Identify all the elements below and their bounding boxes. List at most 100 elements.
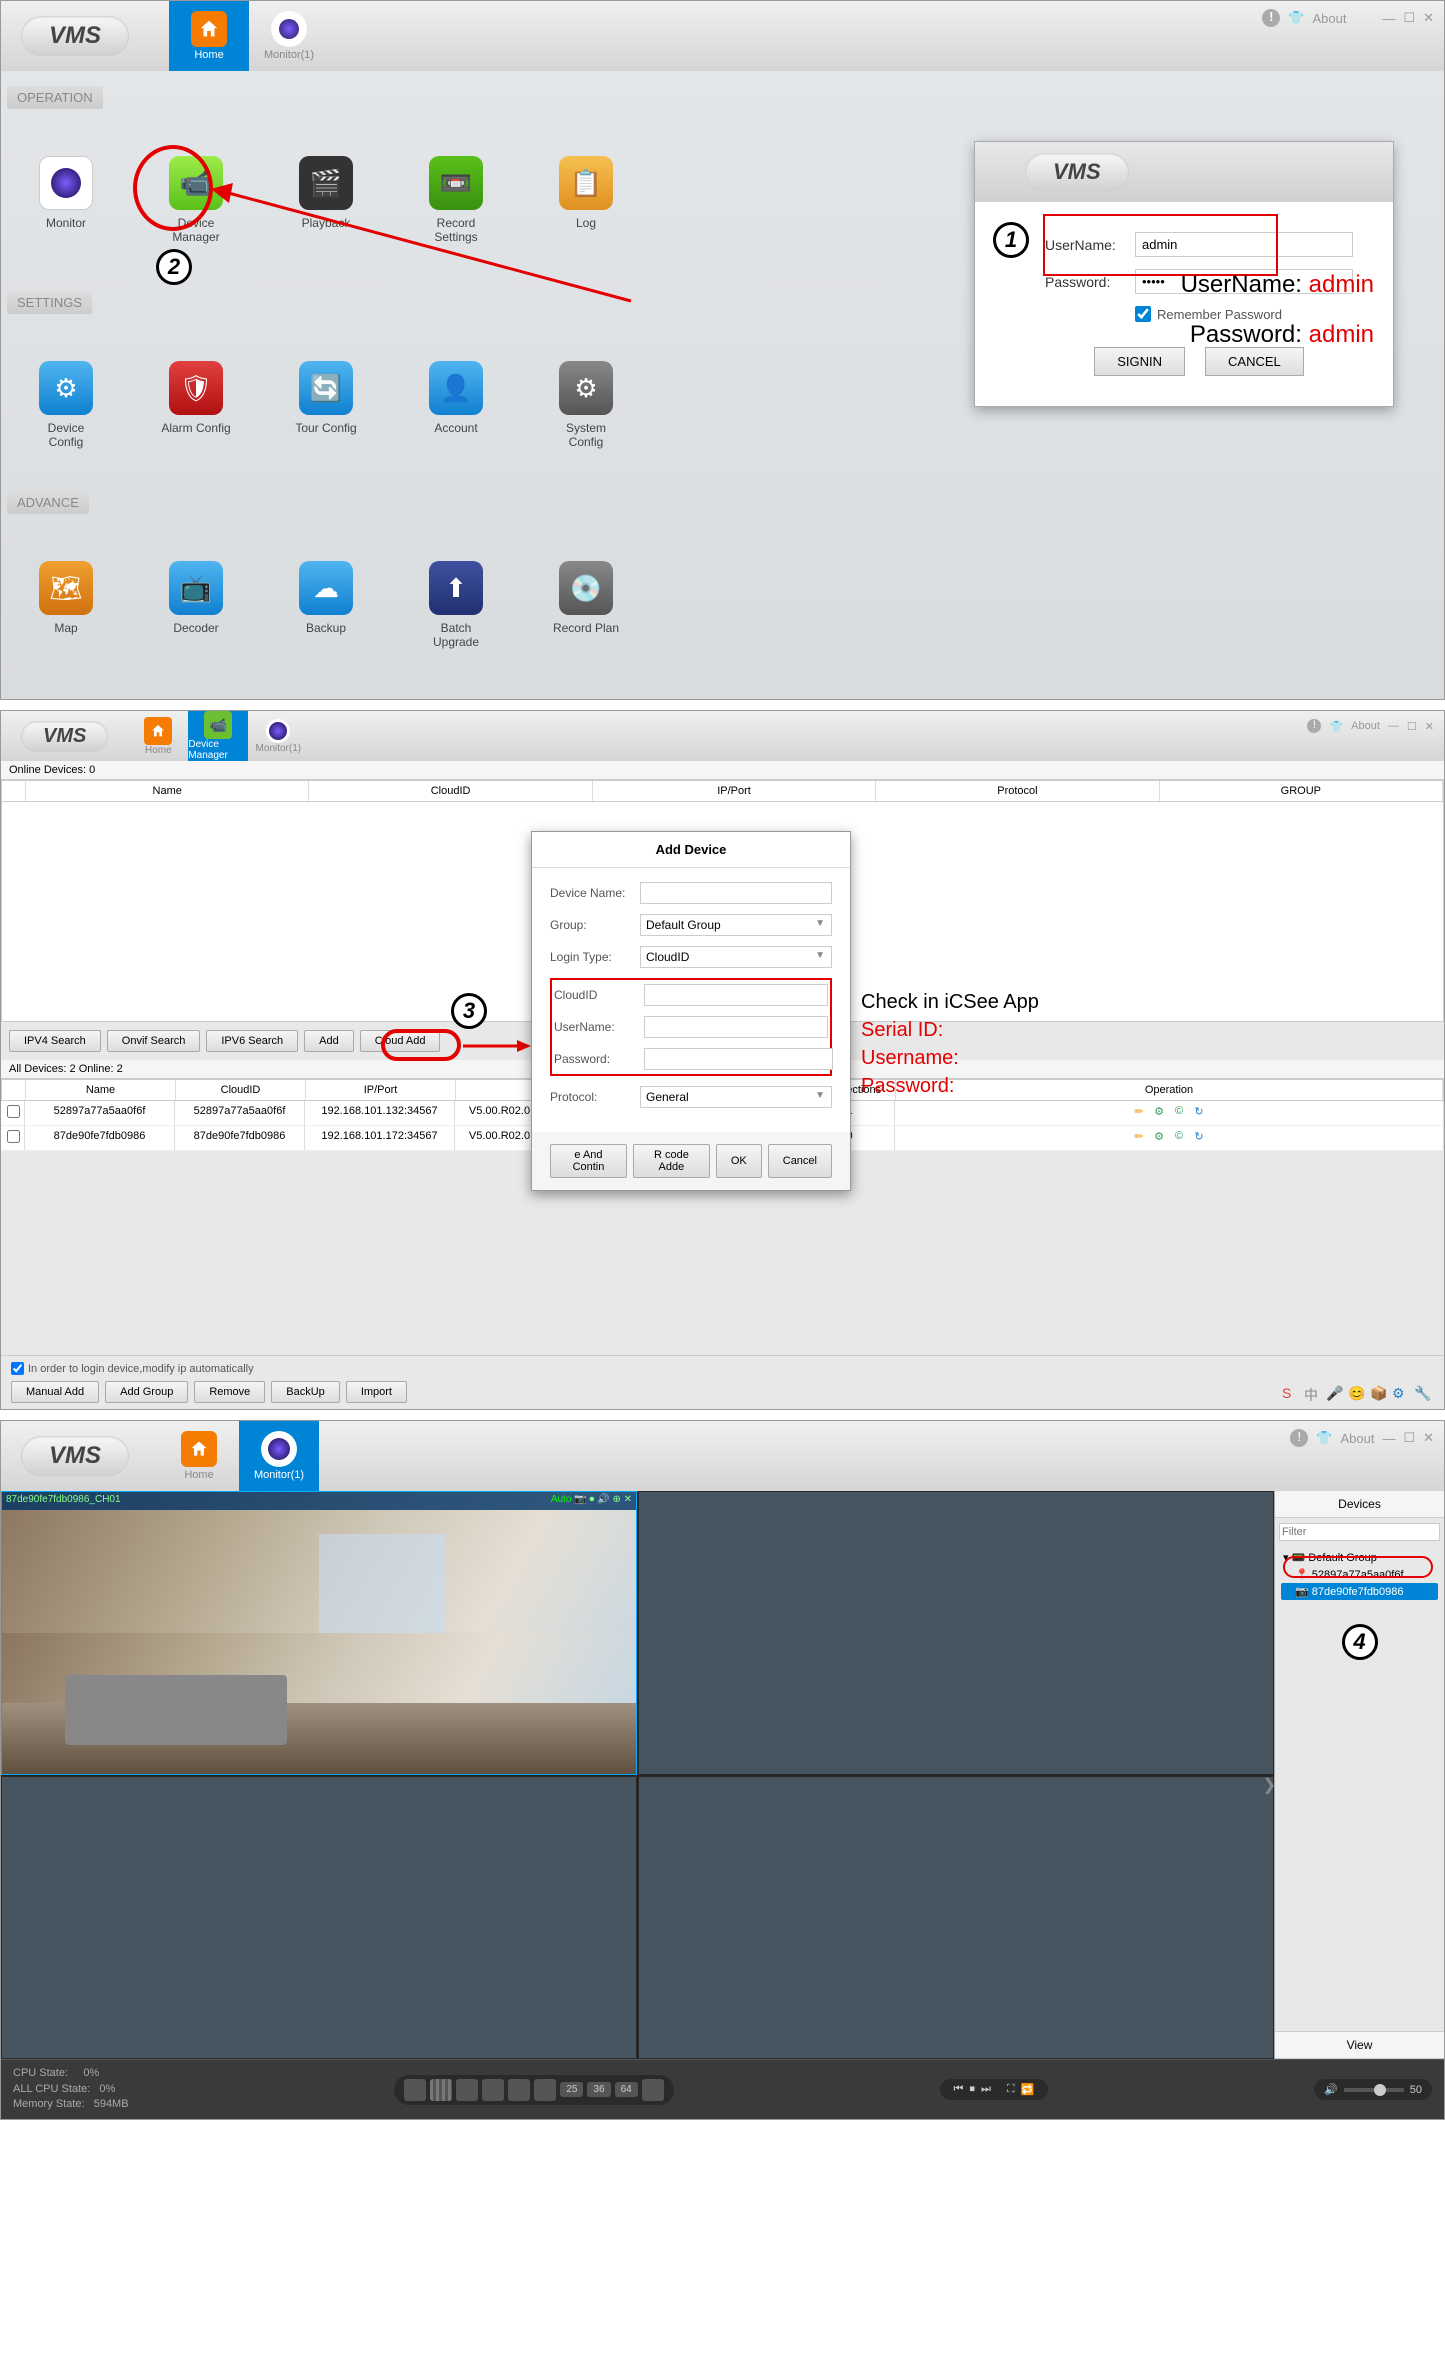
close-icon[interactable]: ✕ bbox=[1423, 1430, 1434, 1446]
protocol-select[interactable]: General bbox=[640, 1086, 832, 1108]
audio-icon[interactable]: 🔊 bbox=[597, 1494, 609, 1505]
tab-home[interactable]: Home bbox=[159, 1421, 239, 1491]
edit-icon[interactable]: ✏ bbox=[1131, 1105, 1147, 1121]
add-group-button[interactable]: Add Group bbox=[105, 1381, 188, 1403]
ok-button[interactable]: OK bbox=[716, 1144, 762, 1178]
app-system-config[interactable]: ⚙System Config bbox=[551, 361, 621, 450]
maximize-icon[interactable]: ☐ bbox=[1403, 1430, 1415, 1446]
info-icon[interactable]: ! bbox=[1290, 1429, 1308, 1447]
maximize-icon[interactable]: ☐ bbox=[1407, 720, 1417, 733]
add-button[interactable]: Add bbox=[304, 1030, 354, 1052]
tab-device-manager[interactable]: 📹 Device Manager bbox=[188, 711, 248, 761]
about-icon[interactable]: 👕 bbox=[1316, 1430, 1332, 1446]
row-checkbox[interactable] bbox=[7, 1130, 20, 1143]
layout-64-button[interactable]: 64 bbox=[615, 2082, 638, 2097]
app-device-config[interactable]: ⚙Device Config bbox=[31, 361, 101, 450]
device-name-input[interactable] bbox=[640, 882, 832, 904]
record-icon[interactable]: ⏺ bbox=[589, 1494, 594, 1505]
app-record-plan[interactable]: 💿Record Plan bbox=[551, 561, 621, 650]
tab-home[interactable]: Home bbox=[169, 1, 249, 71]
tray-gear-icon[interactable]: ⚙ bbox=[1392, 1385, 1408, 1401]
ptz-icon[interactable]: ⊕ bbox=[612, 1494, 620, 1505]
maximize-icon[interactable]: ☐ bbox=[1403, 10, 1415, 26]
tree-device-2[interactable]: 📷 87de90fe7fdb0986 bbox=[1281, 1583, 1438, 1600]
remember-checkbox[interactable] bbox=[1135, 306, 1151, 322]
info-icon[interactable]: ! bbox=[1307, 719, 1321, 733]
tray-tool-icon[interactable]: 🔧 bbox=[1414, 1385, 1430, 1401]
layout-4-icon[interactable] bbox=[430, 2079, 452, 2101]
c-icon[interactable]: © bbox=[1171, 1130, 1187, 1146]
layout-36-button[interactable]: 36 bbox=[587, 2082, 610, 2097]
app-map[interactable]: 🗺Map bbox=[31, 561, 101, 650]
app-tour-config[interactable]: 🔄Tour Config bbox=[291, 361, 361, 450]
layout-9-icon[interactable] bbox=[508, 2079, 530, 2101]
cancel-button[interactable]: Cancel bbox=[768, 1144, 832, 1178]
layout-16-icon[interactable] bbox=[534, 2079, 556, 2101]
layout-8-icon[interactable] bbox=[482, 2079, 504, 2101]
layout-25-button[interactable]: 25 bbox=[560, 2082, 583, 2097]
layout-6-icon[interactable] bbox=[456, 2079, 478, 2101]
tab-monitor[interactable]: Monitor(1) bbox=[249, 1, 329, 71]
auto-login-checkbox[interactable] bbox=[11, 1362, 24, 1375]
app-batch-upgrade[interactable]: ⬆Batch Upgrade bbox=[421, 561, 491, 650]
speaker-icon[interactable]: 🔊 bbox=[1324, 2083, 1338, 2096]
next-icon[interactable]: ⏭ bbox=[981, 2083, 991, 2096]
refresh-icon[interactable]: ↻ bbox=[1191, 1105, 1207, 1121]
group-select[interactable]: Default Group bbox=[640, 914, 832, 936]
info-icon[interactable]: ! bbox=[1262, 9, 1280, 27]
video-cell-4[interactable] bbox=[638, 1776, 1274, 2060]
refresh-icon[interactable]: ↻ bbox=[1191, 1130, 1207, 1146]
signin-button[interactable]: SIGNIN bbox=[1094, 347, 1185, 376]
video-cell-3[interactable] bbox=[1, 1776, 637, 2060]
close-icon[interactable]: ✕ bbox=[1425, 720, 1434, 733]
fullscreen-icon[interactable]: ⛶ bbox=[1007, 2083, 1015, 2096]
qr-code-button[interactable]: R code Adde bbox=[633, 1144, 710, 1178]
app-decoder[interactable]: 📺Decoder bbox=[161, 561, 231, 650]
stop-icon[interactable]: ⏹ bbox=[969, 2083, 975, 2096]
settings-icon[interactable]: ⚙ bbox=[1151, 1130, 1167, 1146]
app-alarm-config[interactable]: 🛡Alarm Config bbox=[161, 361, 231, 450]
view-tab[interactable]: View bbox=[1275, 2031, 1444, 2059]
video-cell-1[interactable]: 87de90fe7fdb0986_CH01 Auto 📷 ⏺ 🔊 ⊕ ✕ bbox=[1, 1491, 637, 1775]
save-continue-button[interactable]: e And Contin bbox=[550, 1144, 627, 1178]
edit-icon[interactable]: ✏ bbox=[1131, 1130, 1147, 1146]
settings-icon[interactable]: ⚙ bbox=[1151, 1105, 1167, 1121]
app-monitor[interactable]: Monitor bbox=[31, 156, 101, 245]
tab-monitor[interactable]: Monitor(1) bbox=[239, 1421, 319, 1491]
cancel-button[interactable]: CANCEL bbox=[1205, 347, 1304, 376]
layout-custom-icon[interactable] bbox=[642, 2079, 664, 2101]
tray-s-icon[interactable]: S bbox=[1282, 1385, 1298, 1401]
remove-button[interactable]: Remove bbox=[194, 1381, 265, 1403]
video-cell-2[interactable] bbox=[638, 1491, 1274, 1775]
backup-button[interactable]: BackUp bbox=[271, 1381, 340, 1403]
about-icon[interactable]: 👕 bbox=[1329, 720, 1343, 733]
about-icon[interactable]: 👕 bbox=[1288, 10, 1304, 26]
tray-emoji-icon[interactable]: 😊 bbox=[1348, 1385, 1364, 1401]
login-type-select[interactable]: CloudID bbox=[640, 946, 832, 968]
minimize-icon[interactable]: — bbox=[1382, 1431, 1395, 1446]
ipv6-search-button[interactable]: IPV6 Search bbox=[206, 1030, 298, 1052]
dialog-password-input[interactable] bbox=[644, 1048, 833, 1070]
tab-home[interactable]: Home bbox=[128, 711, 188, 761]
minimize-icon[interactable]: — bbox=[1388, 720, 1399, 732]
layout-1-icon[interactable] bbox=[404, 2079, 426, 2101]
tray-mic-icon[interactable]: 🎤 bbox=[1326, 1385, 1342, 1401]
cloudid-input[interactable] bbox=[644, 984, 828, 1006]
ipv4-search-button[interactable]: IPV4 Search bbox=[9, 1030, 101, 1052]
snapshot-icon[interactable]: 📷 bbox=[574, 1494, 586, 1505]
tray-chinese-icon[interactable]: 中 bbox=[1304, 1385, 1320, 1401]
close-icon[interactable]: ✕ bbox=[1423, 10, 1434, 26]
app-backup[interactable]: ☁Backup bbox=[291, 561, 361, 650]
prev-icon[interactable]: ⏮ bbox=[954, 2083, 964, 2096]
onvif-search-button[interactable]: Onvif Search bbox=[107, 1030, 201, 1052]
row-checkbox[interactable] bbox=[7, 1105, 20, 1118]
loop-icon[interactable]: 🔁 bbox=[1021, 2083, 1035, 2096]
expand-handle-icon[interactable]: ❯ bbox=[1263, 1775, 1276, 1795]
dialog-username-input[interactable] bbox=[644, 1016, 828, 1038]
manual-add-button[interactable]: Manual Add bbox=[11, 1381, 99, 1403]
c-icon[interactable]: © bbox=[1171, 1105, 1187, 1121]
tab-monitor[interactable]: Monitor(1) bbox=[248, 711, 308, 761]
minimize-icon[interactable]: — bbox=[1382, 11, 1395, 26]
filter-input[interactable] bbox=[1279, 1523, 1440, 1541]
import-button[interactable]: Import bbox=[346, 1381, 407, 1403]
